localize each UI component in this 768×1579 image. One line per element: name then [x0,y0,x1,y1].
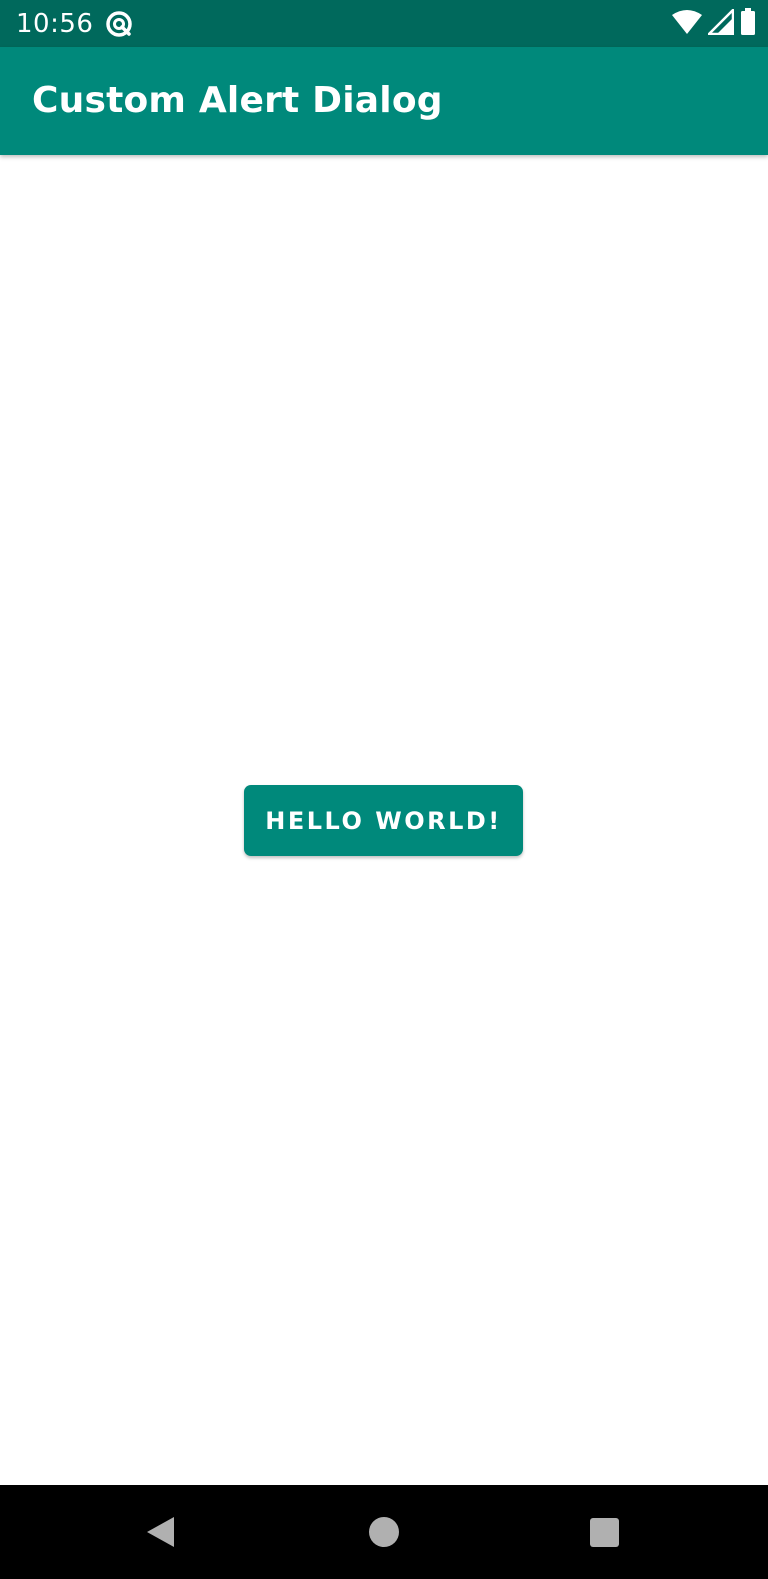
notification-icon [104,9,134,39]
app-title: Custom Alert Dialog [32,80,443,121]
status-time: 10:56 [16,9,94,39]
status-bar: 10:56 [0,0,768,47]
app-screen: 10:56 Custom Alert Dialog HELLO WORLD! [0,0,768,1579]
main-content: Hello World! [0,155,768,1485]
back-icon[interactable] [144,1515,178,1549]
battery-icon [740,8,756,40]
recents-icon[interactable] [590,1518,619,1547]
home-icon[interactable] [369,1517,399,1547]
wifi-icon [672,9,702,39]
cell-signal-icon [707,8,735,39]
status-icons [672,8,756,40]
hello-world-button[interactable]: Hello World! [244,785,523,856]
app-bar: Custom Alert Dialog [0,47,768,155]
navigation-bar [0,1485,768,1579]
